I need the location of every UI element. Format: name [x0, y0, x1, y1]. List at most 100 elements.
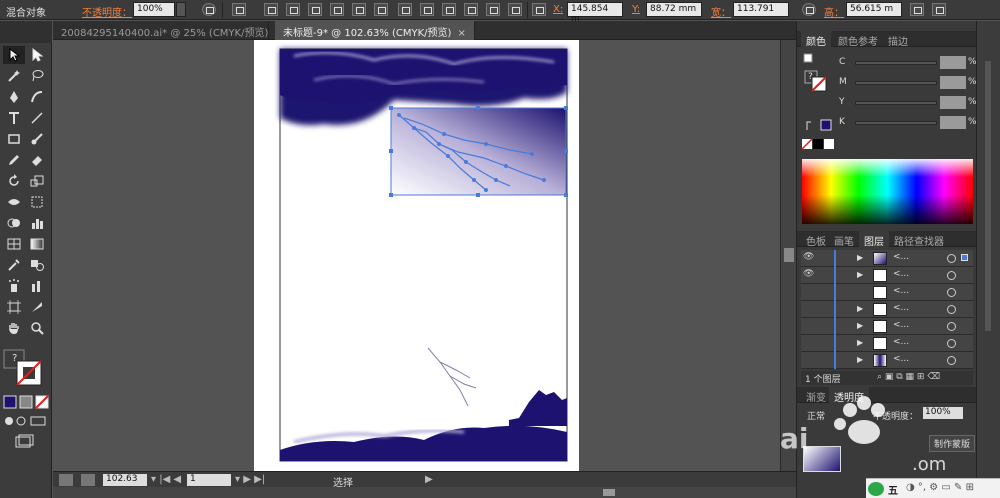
layer-actions-icons[interactable]: ⌕ ▣ ⧉ ▦ ⊞ ⌫: [877, 372, 940, 382]
value-field[interactable]: [940, 56, 966, 69]
opacity-label[interactable]: 不透明度：: [82, 4, 132, 19]
tab-pathfinder[interactable]: 路径查找器: [889, 231, 949, 248]
rectangle-tool-icon[interactable]: [3, 130, 25, 148]
slider-track[interactable]: [855, 121, 937, 125]
pen-tool-icon[interactable]: [3, 88, 25, 106]
yellow-slider[interactable]: Y%: [801, 96, 977, 110]
value-field[interactable]: [940, 96, 966, 109]
rotate-tool-icon[interactable]: [3, 172, 25, 190]
eye-icon[interactable]: 👁: [803, 269, 817, 282]
layer-row[interactable]: ▶ <...: [801, 335, 973, 352]
artboard-nav-arrows[interactable]: ▾ |◀ ◀: [151, 474, 181, 485]
type-tool-icon[interactable]: [3, 109, 25, 127]
layer-row[interactable]: 👁 ▶ <...: [801, 267, 973, 284]
gradient-tool-icon[interactable]: [26, 235, 48, 253]
opacity-field[interactable]: 100%: [133, 2, 175, 17]
cyan-slider[interactable]: C%: [801, 56, 977, 70]
canvas-area[interactable]: [53, 40, 780, 471]
expand-arrow-icon[interactable]: ▶: [857, 321, 863, 330]
tab-swatches[interactable]: 色板: [801, 231, 831, 248]
close-icon[interactable]: ×: [457, 28, 465, 39]
panel-menu-icon[interactable]: [932, 3, 946, 16]
expand-arrow-icon[interactable]: ▶: [857, 253, 863, 262]
line-tool-icon[interactable]: [26, 109, 48, 127]
free-transform-tool-icon[interactable]: [26, 193, 48, 211]
column-graph-tool-icon[interactable]: [26, 277, 48, 295]
tab-document-1[interactable]: 20084295140400.ai* @ 25% (CMYK/预览)×: [53, 21, 283, 40]
eye-icon[interactable]: 👁: [803, 252, 817, 265]
eyedropper-tool-icon[interactable]: [3, 256, 25, 274]
x-field[interactable]: 145.854 m: [567, 2, 623, 24]
magenta-slider[interactable]: M%: [801, 76, 977, 90]
expand-arrow-icon[interactable]: ▶: [857, 355, 863, 364]
align-top-icon[interactable]: [330, 3, 344, 16]
layer-row[interactable]: ▶ <...: [801, 301, 973, 318]
share-icon[interactable]: [81, 474, 95, 486]
layer-row[interactable]: <...: [801, 284, 973, 301]
zoom-field[interactable]: 102.63: [103, 474, 147, 486]
selection-indicator[interactable]: [961, 254, 968, 261]
opacity-dropdown[interactable]: [176, 2, 186, 17]
horizontal-scrollbar[interactable]: [53, 487, 796, 498]
width-field[interactable]: 113.791: [733, 2, 789, 17]
align-vcenter-icon[interactable]: [352, 3, 366, 16]
input-method-logo-icon[interactable]: [868, 482, 884, 496]
expand-arrow-icon[interactable]: ▶: [857, 304, 863, 313]
target-icon[interactable]: [947, 271, 956, 280]
selection-tool-icon[interactable]: [3, 46, 25, 64]
slice-tool-icon[interactable]: [26, 298, 48, 316]
value-field[interactable]: [940, 116, 966, 129]
symbol-sprayer-tool-icon[interactable]: [3, 277, 25, 295]
target-icon[interactable]: [947, 322, 956, 331]
paintbrush-tool-icon[interactable]: [26, 130, 48, 148]
tab-brushes[interactable]: 画笔: [829, 231, 859, 248]
distribute-left-icon[interactable]: [464, 3, 478, 16]
align-hcenter-icon[interactable]: [286, 3, 300, 16]
mesh-tool-icon[interactable]: [3, 235, 25, 253]
distribute-hcenter-icon[interactable]: [486, 3, 500, 16]
zoom-tool-icon[interactable]: [26, 319, 48, 337]
width-tool-icon[interactable]: [3, 193, 25, 211]
artboard-tool-icon[interactable]: [3, 298, 25, 316]
scroll-thumb[interactable]: [784, 248, 794, 262]
artboard-number-field[interactable]: 1: [187, 474, 231, 486]
align-right-icon[interactable]: [308, 3, 322, 16]
eraser-tool-icon[interactable]: [26, 151, 48, 169]
height-field[interactable]: 56.615 m: [846, 2, 902, 17]
screen-mode-icon[interactable]: [13, 434, 35, 450]
blend-tool-icon[interactable]: [26, 256, 48, 274]
distribute-top-icon[interactable]: [398, 3, 412, 16]
distribute-right-icon[interactable]: [508, 3, 522, 16]
color-mode-buttons[interactable]: [3, 394, 49, 410]
curvature-tool-icon[interactable]: [26, 88, 48, 106]
tray-icons[interactable]: ◑ °, ⚙ ▭ ✎ ⊞: [906, 482, 974, 493]
color-spectrum[interactable]: [802, 159, 973, 224]
recolor-icon[interactable]: [202, 3, 216, 16]
input-method-label[interactable]: 五: [888, 482, 898, 497]
distribute-bottom-icon[interactable]: [442, 3, 456, 16]
out-of-gamut-swatch[interactable]: [805, 118, 835, 132]
tab-layers[interactable]: 图层: [859, 231, 889, 248]
slider-track[interactable]: [855, 61, 937, 65]
tools-panel-grip[interactable]: [0, 21, 52, 43]
tab-color-guide[interactable]: 颜色参考: [833, 31, 883, 48]
pencil-tool-icon[interactable]: [3, 151, 25, 169]
tab-document-2[interactable]: 未标题-9* @ 102.63% (CMYK/预览) ×: [275, 21, 475, 40]
scroll-thumb[interactable]: [603, 489, 615, 496]
align-left-icon[interactable]: [264, 3, 278, 16]
align-bottom-icon[interactable]: [374, 3, 388, 16]
tab-color[interactable]: 颜色: [801, 31, 831, 48]
hand-tool-icon[interactable]: [3, 319, 25, 337]
graph-tool-icon[interactable]: [26, 214, 48, 232]
y-field[interactable]: 88.72 mm: [646, 2, 702, 17]
expand-arrow-icon[interactable]: ▶: [857, 270, 863, 279]
draw-mode-icon[interactable]: [3, 414, 49, 428]
target-icon[interactable]: [947, 339, 956, 348]
distribute-vcenter-icon[interactable]: [420, 3, 434, 16]
target-icon[interactable]: [947, 288, 956, 297]
expand-arrow-icon[interactable]: ▶: [857, 338, 863, 347]
zoom-menu-icon[interactable]: [59, 474, 73, 486]
status-menu-arrow[interactable]: ▶: [425, 474, 433, 485]
none-black-white-swatches[interactable]: [801, 138, 834, 150]
layer-row[interactable]: ▶ <...: [801, 318, 973, 335]
